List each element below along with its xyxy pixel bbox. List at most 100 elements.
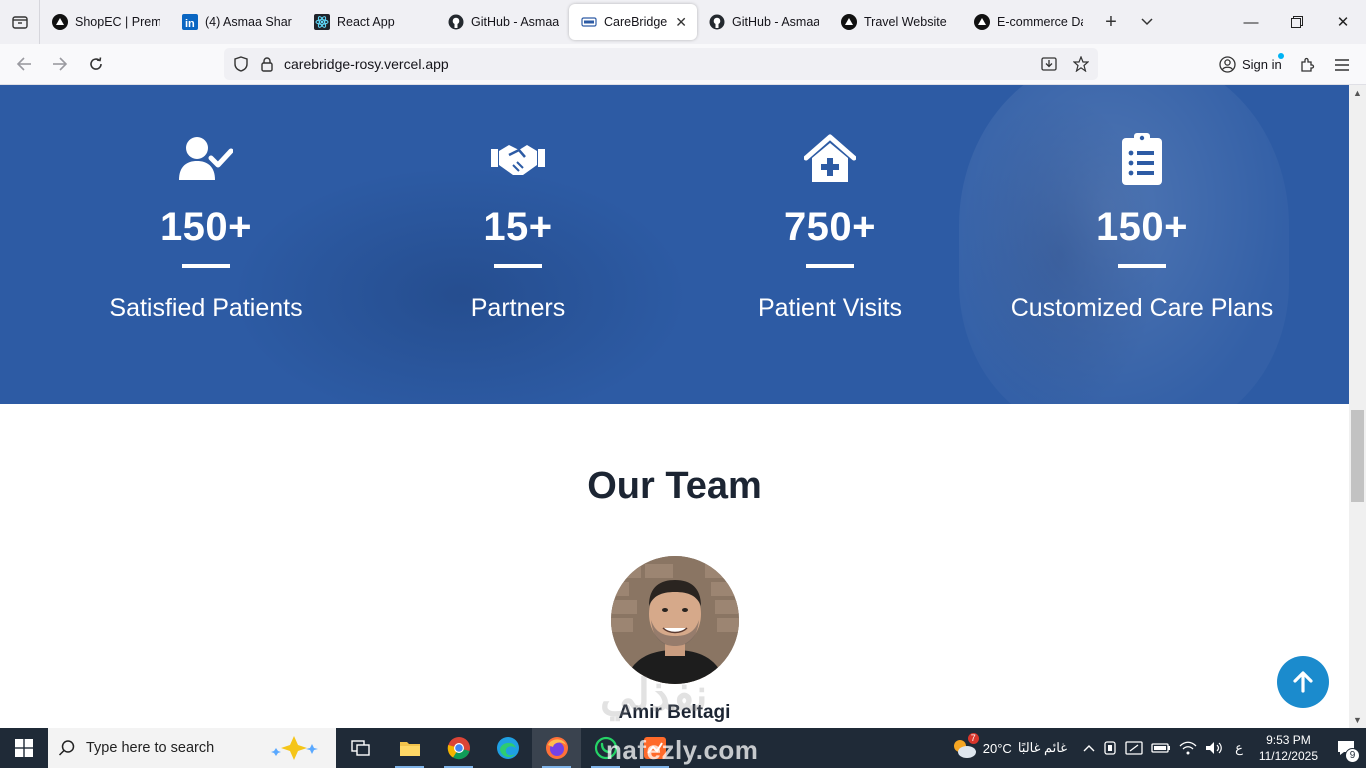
close-tab-icon[interactable]: ✕ <box>675 14 687 31</box>
forward-button[interactable] <box>42 48 78 80</box>
system-tray: 7 20°C غائم غالبًا ع 9:53 PM 11/12/2025 <box>947 728 1366 768</box>
tab-label: GitHub - Asmaa6 <box>471 15 559 29</box>
arrow-up-icon <box>1293 671 1313 693</box>
url-text[interactable]: carebridge-rosy.vercel.app <box>284 56 449 72</box>
tab-label: (4) Asmaa Sharaf <box>205 15 292 29</box>
restore-button[interactable] <box>1274 0 1320 44</box>
stat-divider <box>1118 264 1166 268</box>
tab-ecommerce-dashboard[interactable]: E-commerce Das <box>962 4 1093 40</box>
stat-number: 150+ <box>159 205 253 249</box>
tab-label: GitHub - Asmaa6 <box>732 15 819 29</box>
tab-label: E-commerce Das <box>997 15 1083 29</box>
house-medical-icon <box>665 133 995 185</box>
stat-customized-care-plans: 150+ Customized Care Plans <box>977 133 1307 323</box>
stats-section: 150+ Satisfied Patients 15+ Partners 750… <box>0 85 1349 404</box>
vercel-icon <box>974 14 990 30</box>
handshake-icon <box>353 133 683 185</box>
react-icon <box>314 14 330 30</box>
show-hidden-icons-button[interactable] <box>1079 728 1099 768</box>
wifi-icon[interactable] <box>1175 728 1201 768</box>
tab-shopec[interactable]: ShopEC | Premiu <box>40 4 170 40</box>
back-button[interactable] <box>6 48 42 80</box>
minimize-button[interactable]: — <box>1228 0 1274 44</box>
tab-github-1[interactable]: GitHub - Asmaa6 <box>436 4 569 40</box>
start-button[interactable] <box>0 728 48 768</box>
clipboard-list-icon <box>977 133 1307 185</box>
stat-label: Partners <box>470 294 566 322</box>
stat-partners: 15+ Partners <box>353 133 683 323</box>
notification-dot <box>1277 53 1284 59</box>
taskbar-firefox[interactable] <box>532 728 581 768</box>
stat-divider <box>494 264 542 268</box>
minimize-icon: — <box>1243 13 1259 31</box>
download-page-icon[interactable] <box>1036 48 1062 80</box>
task-view-button[interactable] <box>336 728 385 768</box>
navigation-toolbar: carebridge-rosy.vercel.app Sign in <box>0 44 1366 85</box>
scroll-to-top-button[interactable] <box>1277 656 1329 708</box>
sign-in-button[interactable]: Sign in <box>1211 49 1290 80</box>
menu-icon[interactable] <box>1327 50 1357 80</box>
chevron-up-icon <box>1083 745 1095 752</box>
tab-github-2[interactable]: GitHub - Asmaa6 <box>697 4 829 40</box>
tray-app-icon[interactable] <box>1099 728 1121 768</box>
taskbar-edge[interactable] <box>483 728 532 768</box>
shield-icon[interactable] <box>228 48 254 80</box>
team-member-avatar <box>611 556 739 684</box>
stat-satisfied-patients: 150+ Satisfied Patients <box>41 133 371 323</box>
all-tabs-button[interactable] <box>0 0 40 44</box>
tab-travel-website[interactable]: Travel Website <box>829 4 962 40</box>
scrollbar-thumb[interactable] <box>1351 410 1364 502</box>
close-window-button[interactable]: ✕ <box>1320 0 1366 44</box>
weather-badge: 7 <box>967 733 979 744</box>
volume-icon[interactable] <box>1201 728 1227 768</box>
window-controls: — ✕ <box>1228 0 1366 44</box>
carebridge-icon <box>581 14 597 30</box>
restore-icon <box>1291 16 1303 28</box>
address-bar[interactable]: carebridge-rosy.vercel.app <box>224 48 1098 80</box>
stat-label: Patient Visits <box>757 294 903 322</box>
scroll-up-arrow-icon[interactable]: ▲ <box>1349 86 1366 100</box>
stat-divider <box>806 264 854 268</box>
vercel-icon <box>841 14 857 30</box>
partly-cloudy-icon: 7 <box>951 733 979 759</box>
watermark-text: nafezly.com <box>606 735 759 765</box>
new-tab-button[interactable]: + <box>1093 4 1129 40</box>
edge-icon <box>496 737 519 759</box>
weather-desc: غائم غالبًا <box>1017 740 1068 755</box>
tab-label: React App <box>337 15 395 29</box>
tab-label: CareBridge <box>604 15 668 29</box>
taskbar-clock[interactable]: 9:53 PM 11/12/2025 <box>1251 732 1326 764</box>
taskbar-file-explorer[interactable] <box>385 728 434 768</box>
notifications-button[interactable]: 9 <box>1326 728 1366 768</box>
user-check-icon <box>41 133 371 185</box>
list-tabs-button[interactable] <box>1129 4 1165 40</box>
stat-label: Customized Care Plans <box>1010 294 1274 322</box>
folder-icon <box>399 742 420 756</box>
linkedin-icon: in <box>182 14 198 30</box>
extensions-icon[interactable] <box>1292 50 1322 80</box>
account-icon <box>1219 56 1236 73</box>
tab-carebridge[interactable]: CareBridge ✕ <box>569 4 697 40</box>
taskbar-search-box[interactable]: Type here to search <box>48 728 336 768</box>
tab-react-app[interactable]: React App <box>302 4 436 40</box>
search-icon <box>58 740 75 756</box>
tab-label: Travel Website <box>864 15 947 29</box>
stat-label: Satisfied Patients <box>109 294 303 322</box>
tray-meet-icon[interactable] <box>1121 728 1147 768</box>
lock-icon[interactable] <box>254 48 280 80</box>
page-viewport: 150+ Satisfied Patients 15+ Partners 750… <box>0 85 1349 728</box>
stat-patient-visits: 750+ Patient Visits <box>665 133 995 323</box>
input-language[interactable]: ع <box>1227 728 1251 768</box>
tab-linkedin[interactable]: in (4) Asmaa Sharaf <box>170 4 302 40</box>
taskbar-chrome[interactable] <box>434 728 483 768</box>
reload-button[interactable] <box>78 48 114 80</box>
scroll-down-arrow-icon[interactable]: ▼ <box>1349 713 1366 727</box>
firefox-icon <box>545 737 568 759</box>
page-scrollbar[interactable]: ▲ ▼ <box>1349 85 1366 728</box>
weather-widget[interactable]: 7 20°C غائم غالبًا <box>947 728 1079 768</box>
stat-divider <box>182 264 230 268</box>
bookmark-star-icon[interactable] <box>1068 48 1094 80</box>
close-icon: ✕ <box>1336 14 1350 31</box>
battery-icon[interactable] <box>1147 728 1175 768</box>
arrow-left-icon <box>16 57 31 71</box>
